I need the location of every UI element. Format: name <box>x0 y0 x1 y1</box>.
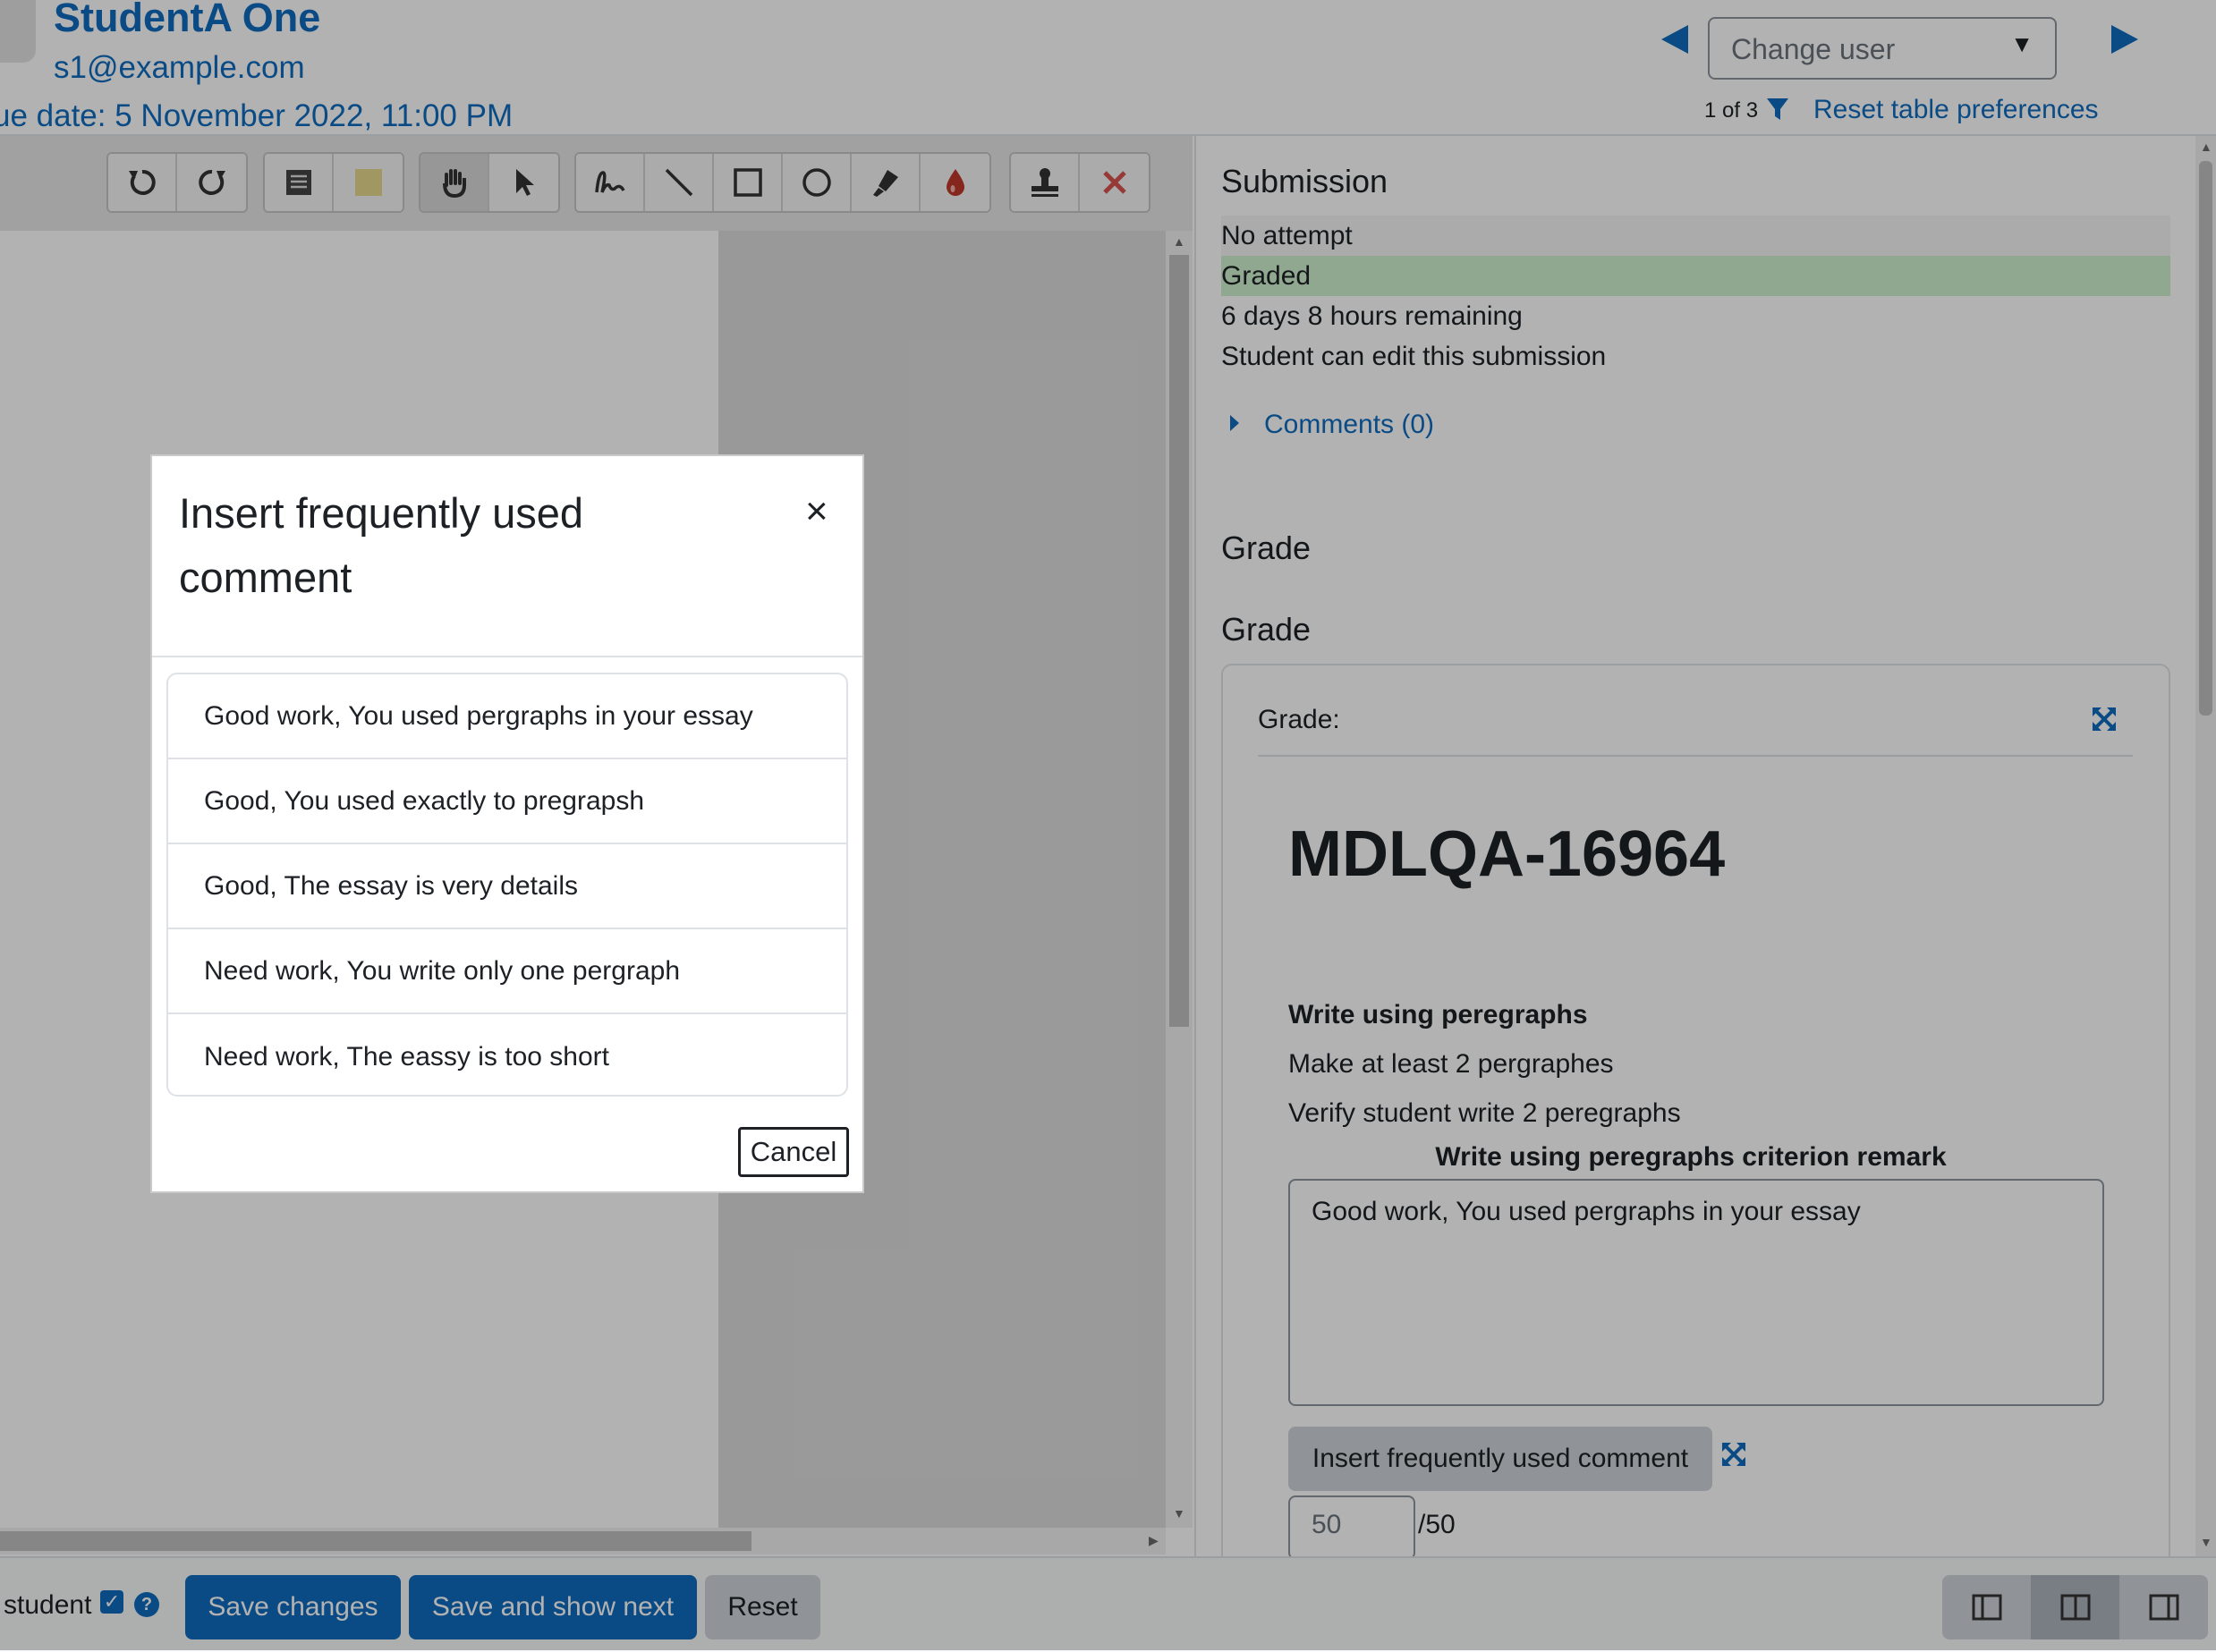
list-item[interactable]: Need work, You write only one pergraph <box>168 929 846 1014</box>
frequent-comment-list: Good work, You used pergraphs in your es… <box>166 673 848 1097</box>
list-item[interactable]: Need work, The eassy is too short <box>168 1014 846 1095</box>
close-icon[interactable]: × <box>805 492 828 531</box>
modal-divider <box>152 656 862 657</box>
list-item[interactable]: Good work, You used pergraphs in your es… <box>168 674 846 759</box>
list-item[interactable]: Good, The essay is very details <box>168 844 846 929</box>
modal-title: Insert frequently used comment <box>179 489 583 601</box>
cancel-button[interactable]: Cancel <box>738 1127 849 1177</box>
list-item[interactable]: Good, You used exactly to pregrapsh <box>168 759 846 844</box>
